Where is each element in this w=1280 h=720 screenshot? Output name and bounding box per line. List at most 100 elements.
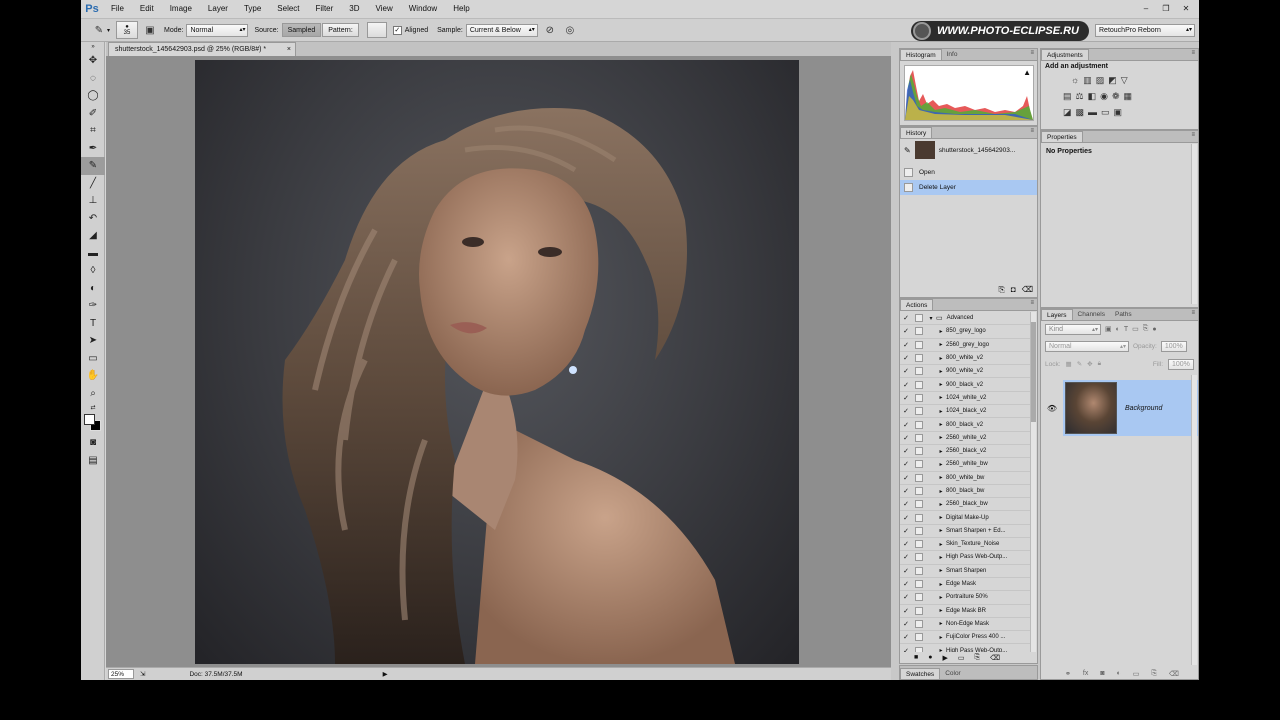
ignore-adjustment-layers-icon[interactable]: ⊘ (542, 22, 558, 38)
dialog-toggle[interactable] (915, 606, 923, 615)
tab-info[interactable]: Info (942, 49, 963, 60)
zoom-field[interactable]: 25% (108, 669, 134, 679)
menu-window[interactable]: Window (401, 0, 445, 18)
gradient-tool-icon[interactable]: ▬ (81, 245, 105, 263)
action-item[interactable]: ✓ ▸ 900_white_v2 (900, 365, 1030, 379)
dialog-toggle[interactable] (915, 619, 923, 628)
scroll-thumb[interactable] (1031, 322, 1036, 422)
new-document-icon[interactable]: ⎘ (998, 285, 1004, 295)
quick-select-tool-icon[interactable]: ✐ (81, 105, 105, 123)
panel-menu-icon[interactable]: ≡ (1191, 50, 1195, 56)
blend-mode-select[interactable]: Normal ▴▾ (1045, 340, 1129, 352)
hue-saturation-icon[interactable]: ▤ (1063, 91, 1072, 102)
check-icon[interactable]: ✓ (900, 540, 912, 548)
action-item[interactable]: ✓ ▸ 2560_grey_logo (900, 339, 1030, 352)
menu-layer[interactable]: Layer (200, 0, 236, 18)
action-item[interactable]: ✓ ▸ Skin_Texture_Noise (900, 538, 1030, 552)
move-tool-icon[interactable]: ✥ (81, 52, 105, 70)
panel-menu-icon[interactable]: ≡ (1191, 310, 1195, 316)
dialog-toggle[interactable] (915, 380, 923, 389)
marquee-tool-icon[interactable]: ◌ (81, 70, 105, 88)
toolbar-collapse-icon[interactable]: » (81, 42, 105, 52)
add-mask-icon[interactable]: ◙ (1100, 670, 1104, 678)
trash-icon[interactable]: ⌫ (1022, 285, 1033, 295)
menu-file[interactable]: File (103, 0, 132, 18)
portrait-photo[interactable] (195, 60, 799, 664)
dialog-toggle[interactable] (915, 367, 923, 376)
check-icon[interactable]: ✓ (900, 341, 912, 349)
expand-icon[interactable]: ▸ (936, 501, 946, 508)
adjustment-filter-icon[interactable]: ◐ (1116, 326, 1120, 333)
document-tab[interactable]: shutterstock_145642903.psd @ 25% (RGB/8#… (108, 42, 296, 56)
dialog-toggle[interactable] (915, 580, 923, 589)
tab-history[interactable]: History (900, 127, 933, 138)
status-menu-arrow-icon[interactable]: ▶ (383, 670, 388, 678)
expand-icon[interactable]: ▸ (936, 408, 946, 415)
color-balance-icon[interactable]: ⚖ (1076, 91, 1084, 102)
tab-properties[interactable]: Properties (1041, 131, 1083, 142)
blur-tool-icon[interactable]: ◊ (81, 262, 105, 280)
action-item[interactable]: ✓ ▸ FujiColor Press 400 ... (900, 631, 1030, 645)
opacity-field[interactable]: 100% (1160, 340, 1187, 352)
tab-layers[interactable]: Layers (1041, 309, 1073, 320)
dialog-toggle[interactable] (915, 473, 923, 482)
link-layers-icon[interactable]: ⚭ (1065, 670, 1071, 678)
color-swatches[interactable] (81, 412, 105, 434)
dialog-toggle[interactable] (915, 327, 923, 336)
channel-mixer-icon[interactable]: ❁ (1112, 91, 1120, 102)
lock-transparent-icon[interactable]: ▦ (1066, 360, 1072, 368)
screen-mode-icon[interactable]: ▤ (81, 452, 105, 470)
kind-filter-select[interactable]: Kind ▴▾ (1045, 323, 1101, 335)
workspace-select[interactable]: RetouchPro Reborn ▴▾ (1095, 24, 1195, 37)
check-icon[interactable]: ✓ (900, 354, 912, 362)
dialog-toggle[interactable] (915, 420, 923, 429)
pixel-filter-icon[interactable]: ▣ (1105, 325, 1112, 333)
menu-3d[interactable]: 3D (341, 0, 367, 18)
levels-icon[interactable]: ▥ (1083, 75, 1092, 86)
action-item[interactable]: ✓ ▸ Non-Edge Mask (900, 618, 1030, 632)
fill-field[interactable]: 100% (1168, 358, 1194, 370)
eraser-tool-icon[interactable]: ◢ (81, 227, 105, 245)
dodge-tool-icon[interactable]: ◐ (81, 280, 105, 298)
trash-icon[interactable]: ⌫ (1169, 670, 1179, 678)
check-icon[interactable]: ✓ (900, 421, 912, 429)
pattern-picker[interactable] (366, 22, 387, 38)
layer-background[interactable]: Background 🔒︎ (1063, 380, 1198, 436)
action-item[interactable]: ✓ ▸ High Pass Web-Outp... (900, 551, 1030, 565)
exposure-icon[interactable]: ◩ (1108, 75, 1117, 86)
check-icon[interactable]: ✓ (900, 407, 912, 415)
check-icon[interactable]: ✓ (900, 381, 912, 389)
mode-select[interactable]: Normal ▴▾ (186, 23, 249, 37)
foreground-color[interactable] (84, 414, 95, 425)
dialog-toggle[interactable] (915, 646, 923, 652)
check-icon[interactable]: ✓ (900, 607, 912, 615)
dialog-toggle[interactable] (915, 407, 923, 416)
expand-icon[interactable]: ▸ (936, 607, 946, 614)
tab-channels[interactable]: Channels (1073, 309, 1110, 320)
lock-all-icon[interactable]: 🔒︎ (1098, 360, 1101, 368)
new-layer-icon[interactable]: ⎘ (1151, 670, 1157, 678)
camera-icon[interactable]: ◘ (1011, 285, 1016, 295)
menu-view[interactable]: View (368, 0, 401, 18)
export-icon[interactable]: ⇲ (140, 670, 145, 678)
expand-icon[interactable]: ▸ (936, 448, 946, 455)
dialog-toggle[interactable] (915, 433, 923, 442)
expand-icon[interactable]: ▸ (936, 620, 946, 627)
check-icon[interactable]: ✓ (900, 553, 912, 561)
dialog-toggle[interactable] (915, 500, 923, 509)
menu-help[interactable]: Help (445, 0, 477, 18)
quick-mask-icon[interactable]: ◙ (81, 434, 105, 452)
check-icon[interactable]: ✓ (900, 580, 912, 588)
expand-icon[interactable]: ▸ (936, 355, 946, 362)
check-icon[interactable]: ✓ (900, 460, 912, 468)
action-item[interactable]: ✓ ▸ High Pass Web-Outp... (900, 644, 1030, 652)
visibility-eye-icon[interactable]: 👁︎ (1043, 380, 1061, 436)
dialog-toggle[interactable] (915, 340, 923, 349)
expand-icon[interactable]: ▸ (936, 527, 946, 534)
check-icon[interactable]: ✓ (900, 447, 912, 455)
smart-filter-icon[interactable]: ⎘ (1143, 325, 1149, 333)
expand-icon[interactable]: ▸ (936, 567, 946, 574)
close-tab-icon[interactable]: × (287, 46, 291, 53)
panel-menu-icon[interactable]: ≡ (1030, 50, 1034, 56)
black-white-icon[interactable]: ◧ (1088, 91, 1097, 102)
